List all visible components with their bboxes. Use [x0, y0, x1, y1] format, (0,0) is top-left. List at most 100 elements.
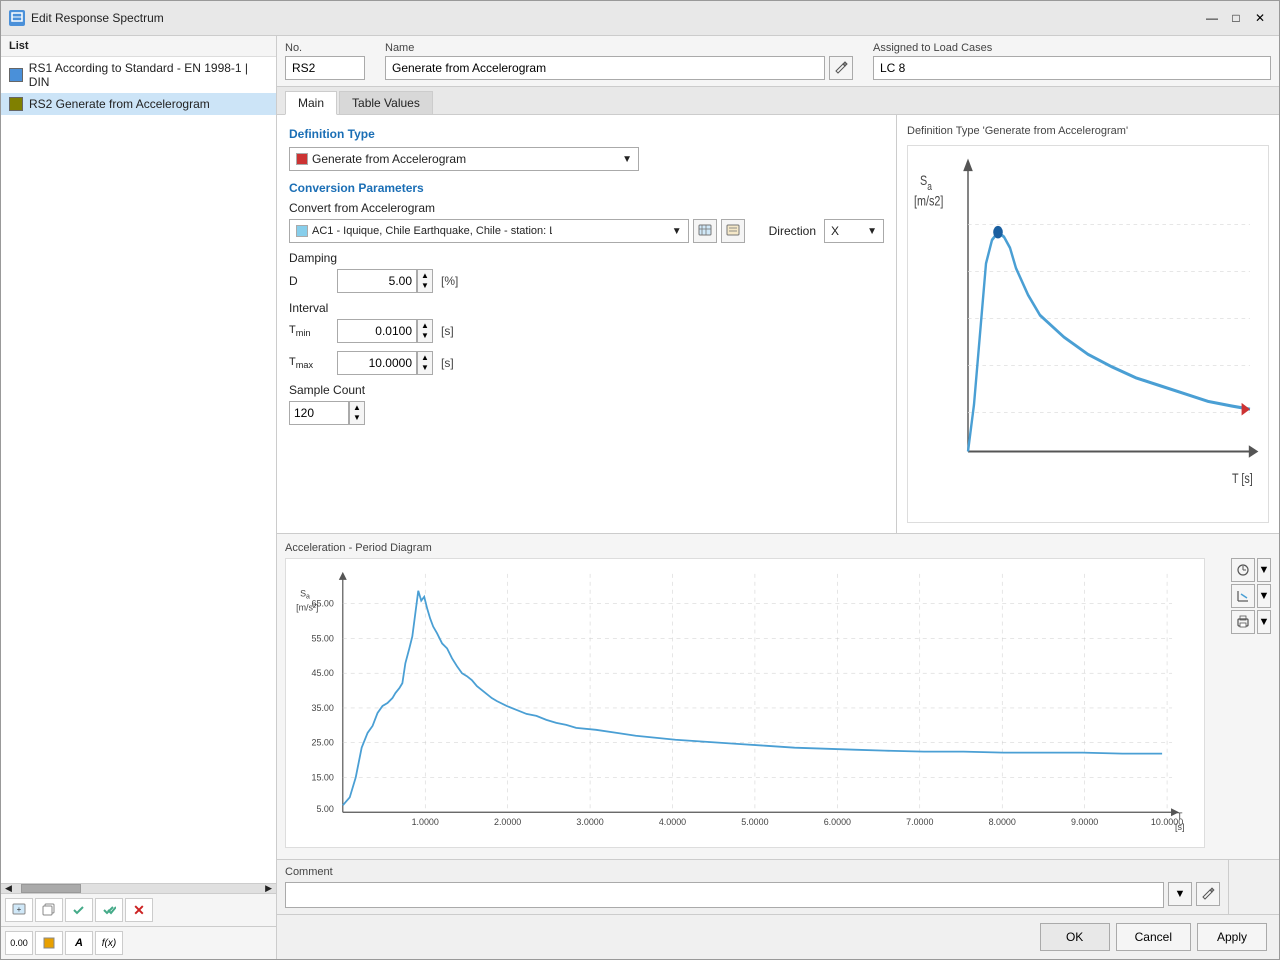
diagram-print-button[interactable] [1231, 610, 1255, 634]
tmin-down-button[interactable]: ▼ [418, 330, 432, 340]
tmax-input-group: ▲ ▼ [337, 351, 433, 375]
toolbar-row-2: ▼ [1231, 584, 1271, 608]
left-panel-toolbar-2: 0.00 A f(x) [1, 926, 276, 959]
sample-count-input-group: ▲ ▼ [289, 401, 365, 425]
scroll-left-arrow[interactable]: ◀ [3, 884, 14, 893]
tmin-input[interactable] [337, 319, 417, 343]
svg-text:T: T [1177, 811, 1183, 821]
toolbar-row-1: ▼ [1231, 558, 1271, 582]
verify-button[interactable] [65, 898, 93, 922]
accel-dropdown-arrow-icon: ▼ [672, 226, 682, 237]
tmax-spinner[interactable]: ▲ ▼ [417, 351, 433, 375]
name-input[interactable] [385, 56, 825, 80]
minimize-button[interactable]: — [1201, 7, 1223, 29]
sample-count-down-button[interactable]: ▼ [350, 412, 364, 422]
svg-text:Sa: Sa [300, 589, 310, 601]
horizontal-scrollbar[interactable]: ◀ ▶ [1, 883, 276, 893]
direction-value: X [831, 224, 839, 238]
svg-text:[s]: [s] [1175, 822, 1184, 832]
accel-settings-button[interactable] [721, 219, 745, 243]
svg-text:25.00: 25.00 [312, 738, 334, 748]
tmin-unit: [s] [441, 324, 454, 338]
sample-count-label: Sample Count [289, 383, 884, 397]
tmin-spinner[interactable]: ▲ ▼ [417, 319, 433, 343]
svg-text:+: + [17, 905, 22, 914]
diagram-clock-button[interactable] [1231, 558, 1255, 582]
color-button[interactable] [35, 931, 63, 955]
diagram-clock-dropdown[interactable]: ▼ [1257, 558, 1271, 582]
comment-dropdown-button[interactable]: ▼ [1168, 882, 1192, 906]
svg-text:5.0000: 5.0000 [741, 817, 768, 827]
direction-arrow-icon: ▼ [867, 226, 877, 237]
window-icon [9, 10, 25, 26]
window-controls: — □ ✕ [1201, 7, 1271, 29]
comment-section: Comment ▼ [277, 859, 1279, 914]
svg-text:5.00: 5.00 [316, 804, 333, 814]
mini-chart-title: Definition Type 'Generate from Accelerog… [907, 125, 1269, 137]
diagram-axes-button[interactable] [1231, 584, 1255, 608]
svg-text:[m/s²]: [m/s²] [296, 603, 318, 613]
sample-count-input[interactable] [289, 401, 349, 425]
definition-type-value: Generate from Accelerogram [312, 152, 466, 166]
zero-display-button[interactable]: 0.00 [5, 931, 33, 955]
comment-input-row: ▼ [285, 882, 1220, 908]
tmin-up-button[interactable]: ▲ [418, 320, 432, 330]
ok-button[interactable]: OK [1040, 923, 1110, 951]
comment-input[interactable] [285, 882, 1164, 908]
footer: OK Cancel Apply [277, 914, 1279, 959]
svg-text:Sa: Sa [920, 173, 932, 193]
close-button[interactable]: ✕ [1249, 7, 1271, 29]
damping-spinner[interactable]: ▲ ▼ [417, 269, 433, 293]
accelerogram-dropdown[interactable]: AC1 - Iquique, Chile Earthquake, Chile -… [289, 219, 689, 243]
tmax-up-button[interactable]: ▲ [418, 352, 432, 362]
list-item[interactable]: RS1 According to Standard - EN 1998-1 | … [1, 57, 276, 93]
tab-table-values[interactable]: Table Values [339, 91, 433, 114]
assigned-input[interactable] [873, 56, 1271, 80]
maximize-button[interactable]: □ [1225, 7, 1247, 29]
diagram-toolbar: ▼ ▼ ▼ [1231, 558, 1271, 634]
diagram-axes-dropdown[interactable]: ▼ [1257, 584, 1271, 608]
delete-button[interactable]: ✕ [125, 898, 153, 922]
diagram-title: Acceleration - Period Diagram [285, 542, 1271, 554]
damping-label: Damping [289, 251, 884, 265]
sample-count-up-button[interactable]: ▲ [350, 402, 364, 412]
scrollbar-thumb[interactable] [21, 884, 81, 893]
cancel-button[interactable]: Cancel [1116, 923, 1191, 951]
name-label: Name [385, 42, 853, 54]
tab-bar: Main Table Values [277, 87, 1279, 115]
tmax-input[interactable] [337, 351, 417, 375]
diagram-print-dropdown[interactable]: ▼ [1257, 610, 1271, 634]
svg-text:55.00: 55.00 [312, 633, 334, 643]
mini-chart-panel: Definition Type 'Generate from Accelerog… [897, 115, 1279, 533]
tab-main[interactable]: Main [285, 91, 337, 115]
sample-count-spinner[interactable]: ▲ ▼ [349, 401, 365, 425]
svg-text:6.0000: 6.0000 [824, 817, 851, 827]
no-input[interactable] [285, 56, 365, 80]
direction-dropdown[interactable]: X ▼ [824, 219, 884, 243]
tmax-down-button[interactable]: ▼ [418, 362, 432, 372]
verify2-button[interactable] [95, 898, 123, 922]
scroll-right-arrow[interactable]: ▶ [263, 884, 274, 893]
apply-button[interactable]: Apply [1197, 923, 1267, 951]
name-edit-button[interactable] [829, 56, 853, 80]
dropdown-arrow-icon: ▼ [622, 154, 632, 165]
damping-input[interactable] [337, 269, 417, 293]
d-label: D [289, 274, 329, 288]
tmin-label: Tmin [289, 324, 329, 338]
convert-from-label: Convert from Accelerogram [289, 201, 884, 215]
formula-button[interactable]: f(x) [95, 931, 123, 955]
accel-table-button[interactable] [693, 219, 717, 243]
damping-up-button[interactable]: ▲ [418, 270, 432, 280]
font-button[interactable]: A [65, 931, 93, 955]
list-item-selected[interactable]: RS2 Generate from Accelerogram [1, 93, 276, 115]
list-items: RS1 According to Standard - EN 1998-1 | … [1, 57, 276, 883]
add-button[interactable]: + [5, 898, 33, 922]
diagram-chart: 65.00 55.00 45.00 35.00 25.00 15.00 5.00… [285, 558, 1205, 848]
accel-icon [296, 225, 308, 237]
direction-label: Direction [769, 224, 816, 238]
comment-edit-button[interactable] [1196, 882, 1220, 906]
definition-type-dropdown[interactable]: Generate from Accelerogram ▼ [289, 147, 639, 171]
interval-label: Interval [289, 301, 884, 315]
damping-down-button[interactable]: ▼ [418, 280, 432, 290]
copy-button[interactable] [35, 898, 63, 922]
